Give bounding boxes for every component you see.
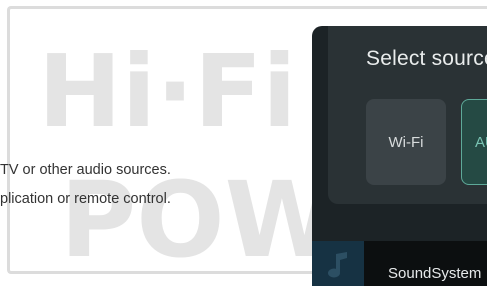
music-note-icon: [328, 252, 347, 278]
source-aux-button[interactable]: AUX: [461, 99, 487, 185]
background-text-line-1: TV or other audio sources.: [0, 162, 171, 178]
logo-line-1: Hi·Fi: [38, 33, 297, 150]
source-title: Select source: [366, 47, 487, 70]
source-wifi-button[interactable]: Wi-Fi: [366, 99, 446, 185]
device-name: SoundSystem: [388, 265, 482, 282]
source-panel: Select source Wi-Fi AUX SoundSystem: [312, 26, 487, 286]
background-text-line-2: plication or remote control.: [0, 191, 171, 207]
hifi-watermark-logo: Hi·Fi POW: [38, 33, 330, 281]
source-selector-card: Select source Wi-Fi AUX: [328, 26, 487, 204]
now-playing-bar[interactable]: SoundSystem: [312, 241, 487, 286]
album-art: [312, 241, 364, 286]
